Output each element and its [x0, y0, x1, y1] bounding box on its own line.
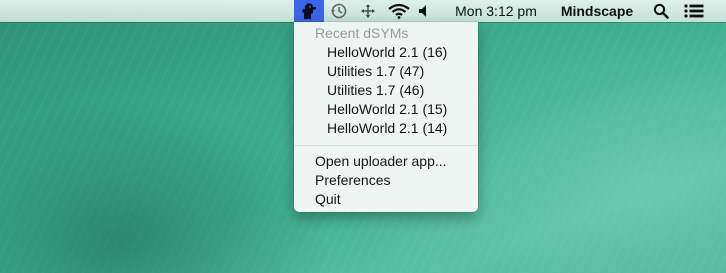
recent-dsym-item[interactable]: Utilities 1.7 (46): [294, 81, 478, 100]
menu-bar: Mon 3:12 pm Mindscape: [0, 0, 726, 22]
notification-center-button[interactable]: [680, 0, 708, 22]
move-menu[interactable]: [355, 0, 381, 22]
time-machine-menu[interactable]: [326, 0, 352, 22]
menu-clock[interactable]: Mon 3:12 pm: [446, 0, 546, 22]
volume-menu[interactable]: [414, 0, 432, 22]
dsym-uploader-dropdown: Recent dSYMs HelloWorld 2.1 (16) Utiliti…: [294, 22, 478, 212]
quit-item[interactable]: Quit: [294, 190, 478, 209]
time-machine-icon: [331, 3, 347, 19]
wifi-icon: [388, 3, 410, 19]
menu-separator: [294, 145, 478, 146]
search-icon: [653, 3, 669, 19]
open-uploader-item[interactable]: Open uploader app...: [294, 152, 478, 171]
move-arrows-icon: [361, 4, 375, 18]
recent-dsyms-header: Recent dSYMs: [315, 25, 409, 41]
user-menu[interactable]: Mindscape: [552, 0, 642, 22]
recent-dsym-item[interactable]: HelloWorld 2.1 (15): [294, 100, 478, 119]
list-icon: [684, 4, 704, 18]
recent-dsym-item[interactable]: HelloWorld 2.1 (16): [294, 43, 478, 62]
dsym-uploader-menu-icon[interactable]: [294, 0, 324, 22]
preferences-item[interactable]: Preferences: [294, 171, 478, 190]
recent-dsym-item[interactable]: Utilities 1.7 (47): [294, 62, 478, 81]
wifi-menu[interactable]: [385, 0, 413, 22]
volume-icon: [419, 5, 426, 17]
dsym-uploader-icon: [302, 3, 316, 19]
spotlight-button[interactable]: [650, 0, 672, 22]
recent-dsym-item[interactable]: HelloWorld 2.1 (14): [294, 119, 478, 138]
